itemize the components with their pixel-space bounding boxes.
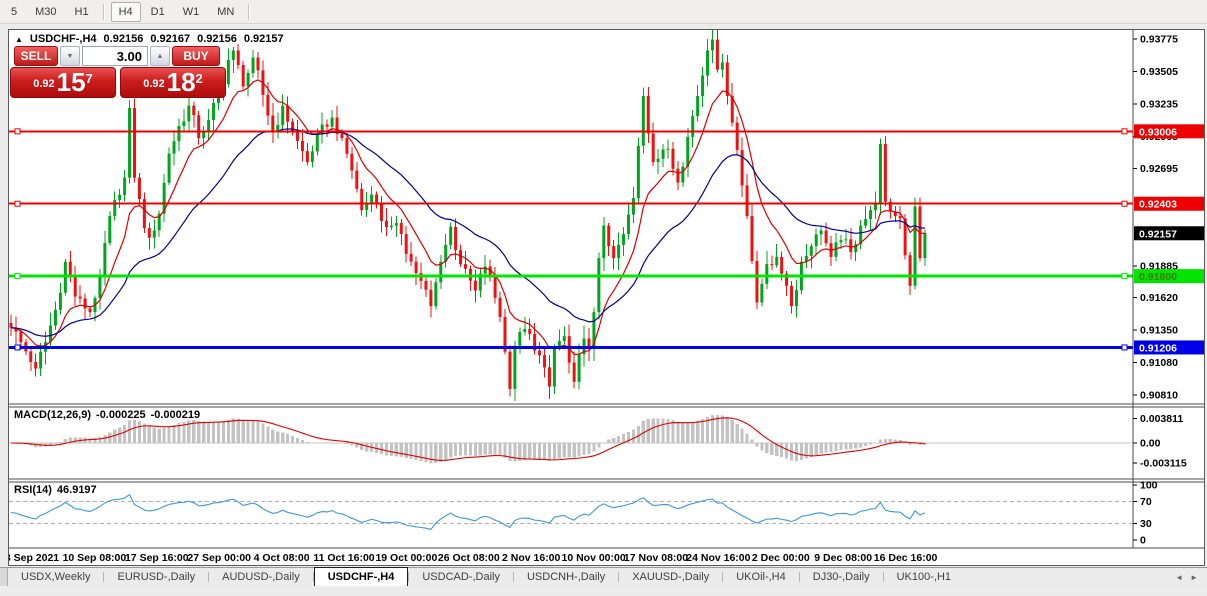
svg-text:0.91080: 0.91080 [1140, 357, 1178, 369]
timeframe-button-h1[interactable]: H1 [67, 2, 97, 22]
tabbar-stub [0, 568, 8, 586]
triangle-up-icon: ▲ [156, 52, 164, 60]
moving-averages-layer [10, 79, 925, 355]
svg-text:0.91620: 0.91620 [1140, 292, 1178, 304]
timeframe-button-mn[interactable]: MN [209, 2, 242, 22]
tab-scroll-left-icon[interactable]: ◄ [1175, 573, 1183, 582]
timeframe-button-5[interactable]: 5 [3, 2, 25, 22]
sell-price-sup: 7 [85, 71, 93, 86]
quote-high: 0.92167 [150, 33, 191, 45]
svg-text:17 Nov 08:00: 17 Nov 08:00 [624, 552, 688, 564]
svg-text:0.93505: 0.93505 [1140, 66, 1178, 78]
status-strip [0, 586, 1207, 596]
svg-text:27 Sep 00:00: 27 Sep 00:00 [187, 552, 251, 564]
quote-symbol: USDCHF-,H4 [29, 33, 97, 45]
quote-close: 0.92157 [243, 33, 284, 45]
svg-text:0.91800: 0.91800 [1139, 271, 1177, 283]
buy-price-big: 18 [166, 67, 196, 97]
volume-increase-button[interactable]: ▲ [150, 46, 170, 66]
svg-text:3 Sep 2021: 3 Sep 2021 [9, 552, 59, 564]
macd-label: MACD(12,26,9) -0.000225 -0.000219 [14, 409, 205, 421]
buy-price-prefix: 0.92 [143, 78, 165, 90]
svg-text:-0.003115: -0.003115 [1140, 458, 1187, 470]
timeframe-button-d1[interactable]: D1 [143, 2, 173, 22]
indicator-panes-layer: 0.003811 0.00 -0.003115 100 70 30 0 [9, 413, 1187, 547]
tab-dj30-daily[interactable]: DJ30-,Daily [800, 568, 883, 586]
sell-price-big: 15 [56, 67, 86, 97]
svg-text:26 Oct 08:00: 26 Oct 08:00 [438, 552, 500, 564]
macd-value-1: -0.000225 [96, 409, 146, 421]
svg-text:11 Oct 16:00: 11 Oct 16:00 [313, 552, 374, 564]
svg-text:0.90810: 0.90810 [1140, 390, 1178, 402]
chart-tabs-bar: USDX,Weekly EURUSD-,Daily AUDUSD-,Daily USD… [0, 567, 1207, 586]
svg-text:16 Dec 16:00: 16 Dec 16:00 [874, 552, 938, 564]
svg-text:2 Dec 00:00: 2 Dec 00:00 [752, 552, 810, 564]
svg-text:0.92157: 0.92157 [1139, 228, 1177, 240]
rsi-name: RSI(14) [14, 484, 52, 496]
tab-uk100-h1[interactable]: UK100-,H1 [884, 568, 964, 586]
macd-name: MACD(12,26,9) [14, 409, 92, 421]
svg-text:17 Sep 16:00: 17 Sep 16:00 [125, 552, 189, 564]
svg-text:9 Dec 08:00: 9 Dec 08:00 [814, 552, 872, 564]
timeframe-button-h4[interactable]: H4 [110, 1, 141, 22]
volume-decrease-button[interactable]: ▼ [60, 46, 80, 66]
volume-input[interactable] [82, 46, 148, 66]
timeframe-button-w1[interactable]: W1 [175, 2, 208, 22]
tab-xauusd-daily[interactable]: XAUUSD-,Daily [619, 568, 722, 586]
svg-text:0.93006: 0.93006 [1139, 126, 1177, 138]
tab-audusd-daily[interactable]: AUDUSD-,Daily [209, 568, 313, 586]
buy-price-sup: 2 [195, 71, 203, 86]
timeframe-button-m30[interactable]: M30 [27, 2, 64, 22]
timeframe-toolbar: 5 M30 H1 H4 D1 W1 MN [0, 0, 1207, 24]
svg-text:0: 0 [1140, 535, 1146, 547]
horizontal-levels-layer[interactable] [9, 128, 1133, 351]
svg-text:70: 70 [1140, 496, 1152, 508]
buy-button[interactable]: BUY [172, 46, 220, 66]
rsi-label: RSI(14) 46.9197 [14, 484, 102, 496]
svg-text:0.91350: 0.91350 [1140, 325, 1178, 337]
triangle-down-icon: ▼ [66, 52, 74, 60]
sell-price-prefix: 0.92 [33, 78, 55, 90]
price-badges-layer: 0.93006 0.92403 0.91800 0.91206 0.92157 [1134, 124, 1204, 355]
sell-price-tile[interactable]: 0.92 15 7 [10, 67, 116, 98]
tab-scroll-right-icon[interactable]: ► [1190, 573, 1198, 582]
chart-canvas[interactable]: 0.937750.935050.932350.929650.926950.918… [9, 30, 1204, 565]
tab-usdcad-daily[interactable]: USDCAD-,Daily [409, 568, 513, 586]
svg-text:30: 30 [1140, 518, 1152, 530]
svg-text:0.00: 0.00 [1140, 438, 1161, 450]
svg-text:0.91206: 0.91206 [1139, 342, 1177, 354]
quote-low: 0.92156 [197, 33, 237, 45]
chart-window: 0.937750.935050.932350.929650.926950.918… [8, 29, 1205, 566]
toolbar-separator [102, 3, 105, 20]
svg-text:0.93775: 0.93775 [1140, 34, 1178, 46]
tab-usdcnh-daily[interactable]: USDCNH-,Daily [514, 568, 618, 586]
trade-price-tiles: 0.92 15 7 0.92 18 2 [10, 67, 226, 98]
tab-eurusd-daily[interactable]: EURUSD-,Daily [104, 568, 208, 586]
svg-text:0.92695: 0.92695 [1140, 163, 1178, 175]
svg-text:4 Oct 08:00: 4 Oct 08:00 [254, 552, 310, 564]
buy-price-tile[interactable]: 0.92 18 2 [120, 67, 226, 98]
svg-text:10 Sep 08:00: 10 Sep 08:00 [63, 552, 127, 564]
tab-ukoil-h4[interactable]: UKOil-,H4 [723, 568, 799, 586]
trade-controls-row: SELL ▼ ▲ BUY [14, 46, 220, 66]
sell-button[interactable]: SELL [14, 46, 58, 66]
tab-usdx-weekly[interactable]: USDX,Weekly [8, 568, 103, 586]
quote-line: ▲ USDCHF-,H4 0.92156 0.92167 0.92156 0.9… [15, 33, 284, 45]
svg-text:19 Oct 00:00: 19 Oct 00:00 [375, 552, 437, 564]
one-click-trading-panel: SELL ▼ ▲ BUY 0.92 15 7 0.92 18 2 [10, 46, 230, 100]
collapse-icon[interactable]: ▲ [15, 35, 23, 44]
svg-text:24 Nov 16:00: 24 Nov 16:00 [686, 552, 750, 564]
macd-value-2: -0.000219 [150, 409, 201, 421]
quote-open: 0.92156 [103, 33, 144, 45]
svg-text:0.003811: 0.003811 [1140, 413, 1183, 425]
svg-text:0.92403: 0.92403 [1139, 199, 1177, 211]
svg-text:100: 100 [1140, 480, 1158, 492]
toolbar-separator [248, 3, 251, 20]
svg-text:2 Nov 16:00: 2 Nov 16:00 [502, 552, 561, 564]
tab-usdchf-h4[interactable]: USDCHF-,H4 [313, 567, 409, 586]
svg-text:0.93235: 0.93235 [1140, 98, 1178, 110]
rsi-value: 46.9197 [56, 484, 97, 496]
tab-scroll-buttons: ◄ ► [1175, 568, 1207, 586]
svg-text:10 Nov 00:00: 10 Nov 00:00 [561, 552, 625, 564]
